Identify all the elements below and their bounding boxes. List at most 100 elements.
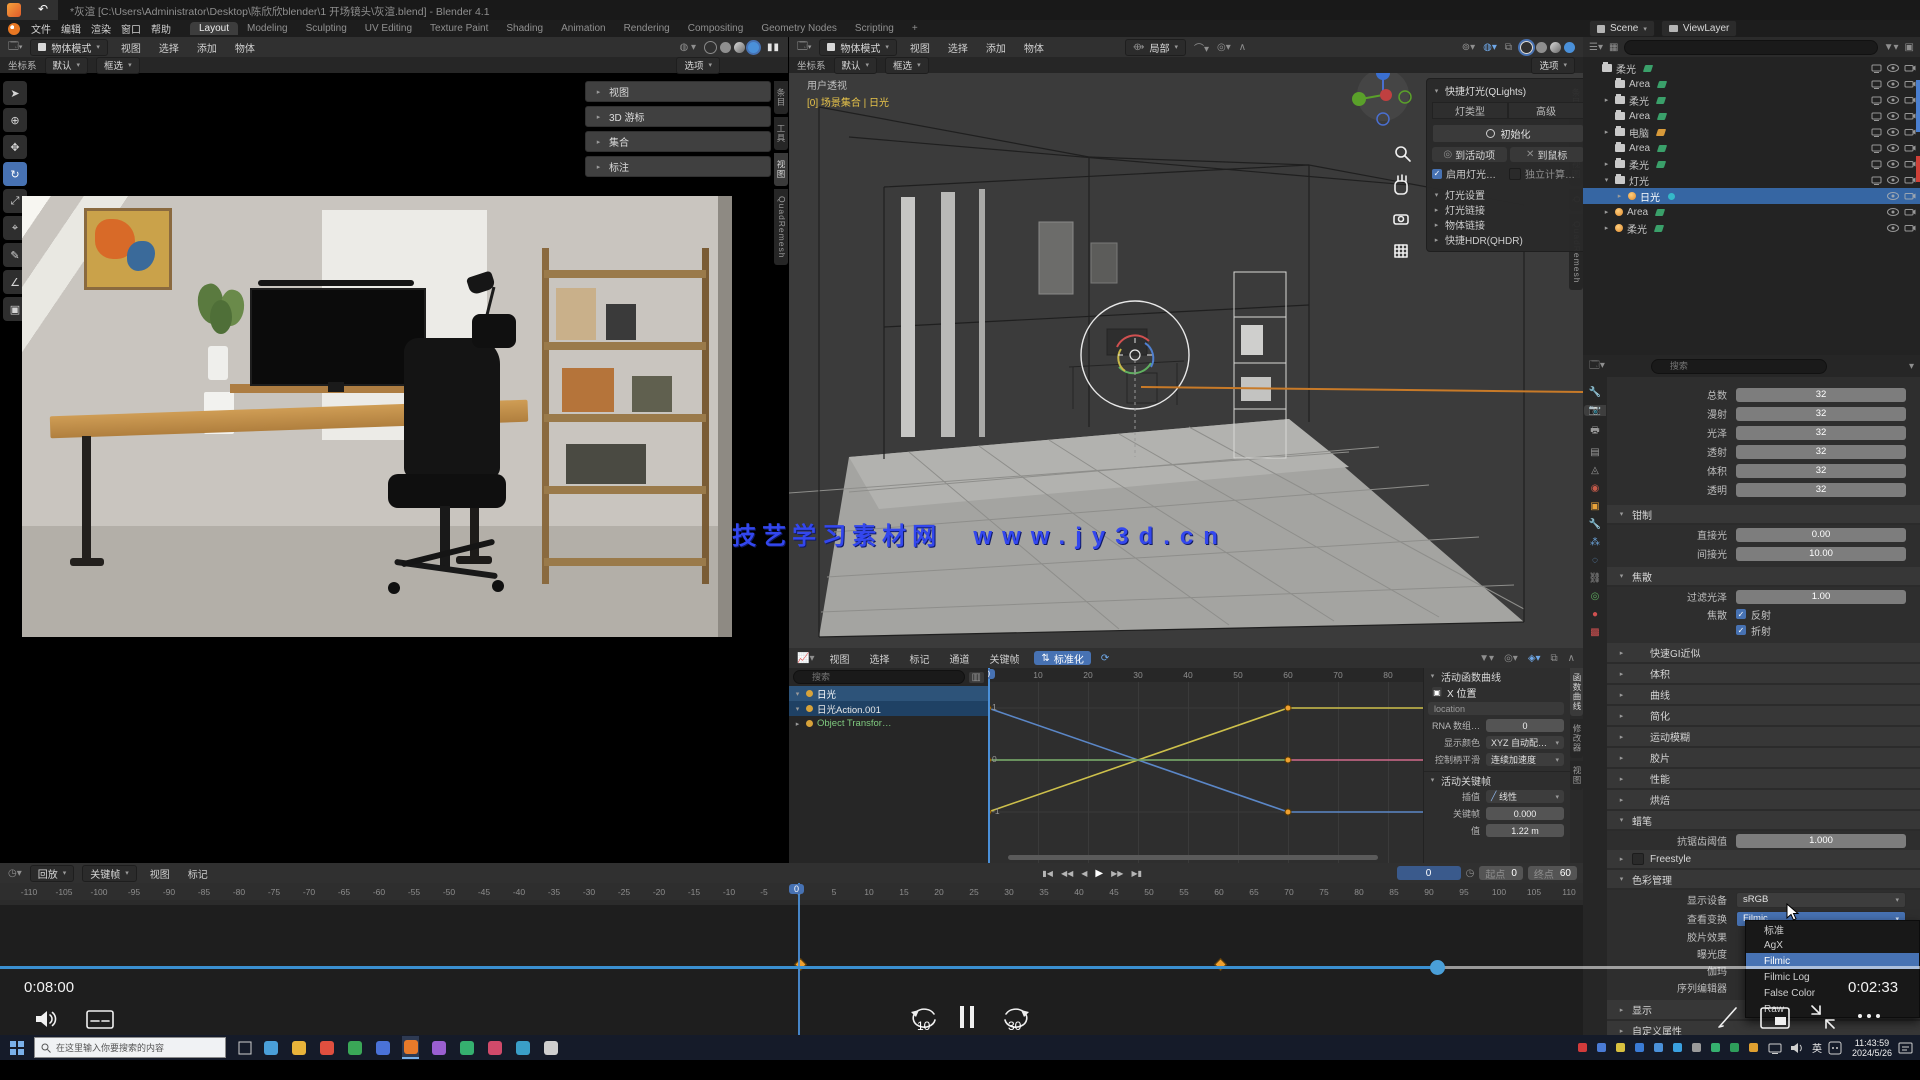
pip-icon[interactable]: [1760, 1007, 1790, 1029]
taskbar-app-icon[interactable]: [458, 1037, 475, 1058]
progress-bar-played[interactable]: [0, 966, 1437, 969]
menu-item[interactable]: 编辑: [56, 21, 86, 36]
sidebar-panel-header[interactable]: ▸3D 游标: [585, 106, 771, 127]
channel-row[interactable]: ▸ Object Transfor…: [789, 716, 988, 731]
qlights-section-header[interactable]: ▸物体链接: [1432, 217, 1583, 232]
tray-icon[interactable]: [1635, 1043, 1644, 1052]
sidebar-panel-header[interactable]: ▸视图: [585, 81, 771, 102]
sidebar-panel-header[interactable]: ▸标注: [585, 156, 771, 177]
play-button[interactable]: ▶: [1092, 868, 1106, 879]
graph-menu-item[interactable]: 选择: [864, 651, 894, 666]
outliner-search-input[interactable]: [1624, 40, 1877, 55]
selectable-icon[interactable]: [1871, 80, 1882, 89]
graph-menu-item[interactable]: 视图: [824, 651, 854, 666]
workspace-tab[interactable]: +: [903, 22, 927, 35]
current-frame-field[interactable]: 0: [1397, 866, 1461, 880]
cursor-tool[interactable]: ⊕: [3, 108, 27, 132]
hide-eye-icon[interactable]: [1887, 112, 1899, 120]
grease-pencil-section-header[interactable]: ▾蜡笔: [1607, 811, 1920, 831]
tab-physics[interactable]: ◌: [1592, 555, 1598, 566]
collapsed-panel-header[interactable]: ▸性能: [1607, 769, 1920, 790]
outliner-row[interactable]: 柔光: [1583, 60, 1920, 76]
selectable-icon[interactable]: [1871, 160, 1882, 169]
selectable-icon[interactable]: [1871, 176, 1882, 185]
playback-menu[interactable]: 回放▾: [30, 865, 75, 882]
subtitle-icon[interactable]: [86, 1010, 114, 1030]
next-keyframe-button[interactable]: ▶▶: [1108, 869, 1126, 878]
dropdown-option[interactable]: 标准: [1746, 921, 1919, 937]
taskbar-app-icon[interactable]: [430, 1037, 447, 1058]
tab-data[interactable]: ◎: [1591, 591, 1600, 602]
move-tool[interactable]: ✥: [3, 135, 27, 159]
outliner-row[interactable]: ▸ Area: [1583, 204, 1920, 220]
sidebar-tab[interactable]: 视图: [774, 153, 788, 186]
menu-item[interactable]: 窗口: [116, 21, 146, 36]
tab-modifiers[interactable]: 🔧: [1589, 519, 1601, 530]
tray-icon[interactable]: [1749, 1043, 1758, 1052]
render-camera-icon[interactable]: [1904, 64, 1916, 72]
progress-handle[interactable]: [1430, 960, 1445, 975]
overlays-icon[interactable]: ◍ ▾: [679, 42, 696, 53]
speaker-icon[interactable]: [1790, 1042, 1804, 1054]
viewport-menu-item[interactable]: 添加: [192, 40, 222, 55]
collapsed-panel-header[interactable]: ▸运动模糊: [1607, 727, 1920, 748]
properties-breadcrumb-icon[interactable]: 🗔▾: [1589, 358, 1605, 375]
graph-snap-icon[interactable]: ◈▾: [1528, 653, 1541, 664]
render-camera-icon[interactable]: [1904, 224, 1916, 232]
collapsed-panel-header[interactable]: ▸烘焙: [1607, 790, 1920, 811]
exit-fullscreen-icon[interactable]: [1810, 1004, 1836, 1030]
mode-dropdown[interactable]: 物体模式▾: [819, 39, 897, 56]
outliner-row[interactable]: Area: [1583, 76, 1920, 92]
workspace-tab[interactable]: Scripting: [846, 22, 903, 35]
workspace-tab[interactable]: Sculpting: [297, 22, 356, 35]
editor-type-icon[interactable]: 🗔▾: [797, 39, 811, 56]
viewport-left[interactable]: 🗔▾ 物体模式▾ 视图 选择 添加 物体 ◍ ▾ ▮▮ 坐标系 默认▾: [0, 37, 788, 863]
network-icon[interactable]: [1768, 1042, 1782, 1054]
pause-button[interactable]: [960, 1006, 974, 1028]
collapsed-panel-header[interactable]: ▸简化: [1607, 706, 1920, 727]
sidebar-panel-header[interactable]: ▸集合: [585, 131, 771, 152]
hide-eye-icon[interactable]: [1887, 192, 1899, 200]
properties-search-input[interactable]: [1651, 359, 1827, 374]
caustics-section-header[interactable]: ▾焦散: [1607, 567, 1920, 587]
frame-start-field[interactable]: 起点0: [1479, 866, 1523, 880]
taskbar-app-icon[interactable]: [486, 1037, 503, 1058]
hide-eye-icon[interactable]: [1887, 176, 1899, 184]
tab-particles[interactable]: ⁂: [1590, 537, 1600, 548]
tab-world[interactable]: ◉: [1591, 483, 1600, 494]
qlights-align-active-button[interactable]: ◎到活动项: [1432, 147, 1507, 162]
graph-menu-item[interactable]: 关键帧: [984, 651, 1024, 666]
qlights-init-button[interactable]: 初始化: [1432, 124, 1583, 143]
display-device-dropdown[interactable]: sRGB▾: [1736, 892, 1906, 908]
hide-eye-icon[interactable]: [1887, 160, 1899, 168]
volume-icon[interactable]: [34, 1008, 60, 1030]
outliner-row[interactable]: ▸ 柔光: [1583, 220, 1920, 236]
taskbar-clock[interactable]: 11:43:59 2024/5/26: [1852, 1038, 1892, 1058]
dropdown-option[interactable]: AgX: [1746, 937, 1919, 953]
selectable-icon[interactable]: [1871, 128, 1882, 137]
start-button[interactable]: [10, 1041, 24, 1055]
selectable-icon[interactable]: [1871, 64, 1882, 73]
editor-type-icon[interactable]: 🗔▾: [8, 39, 22, 56]
edit-pencil-icon[interactable]: [1716, 1004, 1742, 1030]
editor-type-icon[interactable]: ◷▾: [8, 868, 22, 879]
tab-tool[interactable]: 🔧: [1589, 387, 1601, 398]
hide-eye-icon[interactable]: [1887, 96, 1899, 104]
shading-mode-icons[interactable]: [704, 41, 759, 54]
normalize-toggle[interactable]: ⇅标准化: [1034, 651, 1090, 665]
collapsed-panel-header[interactable]: ▸胶片: [1607, 748, 1920, 769]
prev-keyframe-button[interactable]: ◀◀: [1058, 869, 1076, 878]
ime-mode-icon[interactable]: [1828, 1041, 1842, 1055]
render-camera-icon[interactable]: [1904, 80, 1916, 88]
value-slider[interactable]: 1.000: [1736, 834, 1906, 848]
refractive-checkbox[interactable]: ✓: [1736, 625, 1746, 635]
value-slider[interactable]: 0.00: [1736, 528, 1906, 542]
tool-options-button[interactable]: 选项▾: [676, 57, 720, 74]
tab-constraints[interactable]: ⛓: [1589, 573, 1602, 584]
tab-viewlayer[interactable]: ▤: [1590, 447, 1599, 458]
hide-eye-icon[interactable]: [1887, 224, 1899, 232]
taskbar-app-icon[interactable]: [402, 1036, 419, 1059]
viewport-pause-button[interactable]: ▮▮: [767, 42, 780, 53]
qlights-independent-checkbox[interactable]: [1509, 168, 1521, 180]
workspace-tab[interactable]: Animation: [552, 22, 614, 35]
